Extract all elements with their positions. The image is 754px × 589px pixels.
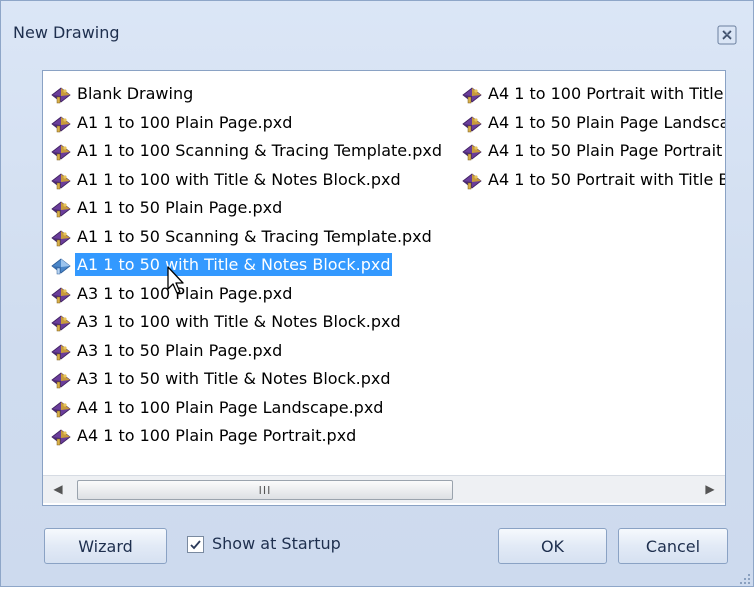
template-file-icon [50,114,72,134]
template-list-item[interactable]: A4 1 to 50 Plain Page Landsca [458,109,726,138]
template-list-item[interactable]: A1 1 to 100 Scanning & Tracing Template.… [47,137,462,166]
scroll-right-icon: ▶ [705,482,715,496]
template-item-label: A3 1 to 50 with Title & Notes Block.pxd [77,369,391,388]
template-file-icon [50,171,72,191]
show-at-startup-checkbox[interactable] [187,536,204,553]
scroll-thumb[interactable]: III [77,480,453,500]
template-list-item[interactable]: A1 1 to 50 Plain Page.pxd [47,194,462,223]
template-file-icon [50,285,72,305]
template-item-label: A3 1 to 100 with Title & Notes Block.pxd [77,312,401,331]
template-file-icon [50,85,72,105]
template-item-label: Blank Drawing [77,84,194,103]
dialog-title: New Drawing [13,23,120,42]
template-file-icon [50,256,72,276]
template-list-item[interactable]: A1 1 to 100 Plain Page.pxd [47,109,462,138]
title-bar[interactable]: New Drawing [1,1,753,63]
template-list-item[interactable]: A3 1 to 50 Plain Page.pxd [47,337,462,366]
cancel-button[interactable]: Cancel [618,528,728,564]
template-file-icon [461,85,483,105]
template-list-item[interactable]: A1 1 to 50 Scanning & Tracing Template.p… [47,223,462,252]
template-item-label: A1 1 to 50 Scanning & Tracing Template.p… [77,226,432,246]
ok-button[interactable]: OK [498,528,607,564]
template-file-icon [50,370,72,390]
template-item-label: A4 1 to 100 Plain Page Landscape.pxd [77,397,384,417]
new-drawing-dialog: New Drawing Blank Drawing A1 1 to 100 Pla… [0,0,754,587]
show-at-startup-label[interactable]: Show at Startup [212,534,341,553]
template-list-item[interactable]: A3 1 to 50 with Title & Notes Block.pxd [47,365,462,394]
scroll-thumb-grip: III [258,483,272,497]
resize-grip-icon[interactable] [737,570,751,584]
template-list-item[interactable]: A3 1 to 100 Plain Page.pxd [47,280,462,309]
template-item-label: A4 1 to 50 Plain Page Landsca [488,112,726,132]
template-file-icon [50,142,72,162]
scroll-left-button[interactable]: ◀ [47,478,69,500]
template-item-label: A1 1 to 50 with Title & Notes Block.pxd [75,253,393,276]
template-list-item[interactable]: A3 1 to 100 with Title & Notes Block.pxd [47,308,462,337]
template-list-item[interactable]: A4 1 to 100 Plain Page Portrait.pxd [47,422,462,451]
template-list-item[interactable]: A1 1 to 50 with Title & Notes Block.pxd [47,251,462,280]
template-file-icon [50,427,72,447]
template-list-item[interactable]: A4 1 to 100 Portrait with Title [458,80,725,109]
template-file-icon [50,313,72,333]
template-file-icon [50,228,72,248]
template-item-label: A4 1 to 100 Portrait with Title [488,84,724,103]
checkmark-icon [190,540,201,550]
close-icon [717,25,737,45]
template-list[interactable]: Blank Drawing A1 1 to 100 Plain Page.pxd A… [42,70,726,506]
template-item-label: A4 1 to 50 Portrait with Title B [488,169,726,189]
template-file-icon [461,142,483,162]
template-item-label: A3 1 to 50 Plain Page.pxd [77,340,283,360]
template-list-item[interactable]: A4 1 to 100 Plain Page Landscape.pxd [47,394,462,423]
template-item-label: A4 1 to 50 Plain Page Portrait [488,141,723,160]
template-list-item[interactable]: A4 1 to 50 Portrait with Title B [458,166,726,195]
wizard-button[interactable]: Wizard [44,528,167,564]
template-list-item[interactable]: A1 1 to 100 with Title & Notes Block.pxd [47,166,462,195]
template-file-icon [50,199,72,219]
template-file-icon [461,114,483,134]
template-list-column-2: A4 1 to 100 Portrait with Title A4 1 to 5… [458,80,726,195]
template-list-column-1: Blank Drawing A1 1 to 100 Plain Page.pxd A… [47,80,462,451]
template-item-label: A1 1 to 100 Plain Page.pxd [77,112,293,132]
template-item-label: A1 1 to 100 with Title & Notes Block.pxd [77,169,401,189]
template-file-icon [461,171,483,191]
scroll-left-icon: ◀ [53,482,63,496]
template-list-item[interactable]: A4 1 to 50 Plain Page Portrait [458,137,725,166]
horizontal-scrollbar[interactable]: ◀ III ▶ [43,475,725,503]
template-item-label: A3 1 to 100 Plain Page.pxd [77,283,293,303]
template-item-label: A1 1 to 50 Plain Page.pxd [77,198,283,217]
template-item-label: A1 1 to 100 Scanning & Tracing Template.… [77,141,442,160]
template-item-label: A4 1 to 100 Plain Page Portrait.pxd [77,426,357,445]
template-file-icon [50,399,72,419]
template-file-icon [50,342,72,362]
close-button[interactable] [717,25,737,45]
scroll-right-button[interactable]: ▶ [699,478,721,500]
template-list-item[interactable]: Blank Drawing [47,80,462,109]
